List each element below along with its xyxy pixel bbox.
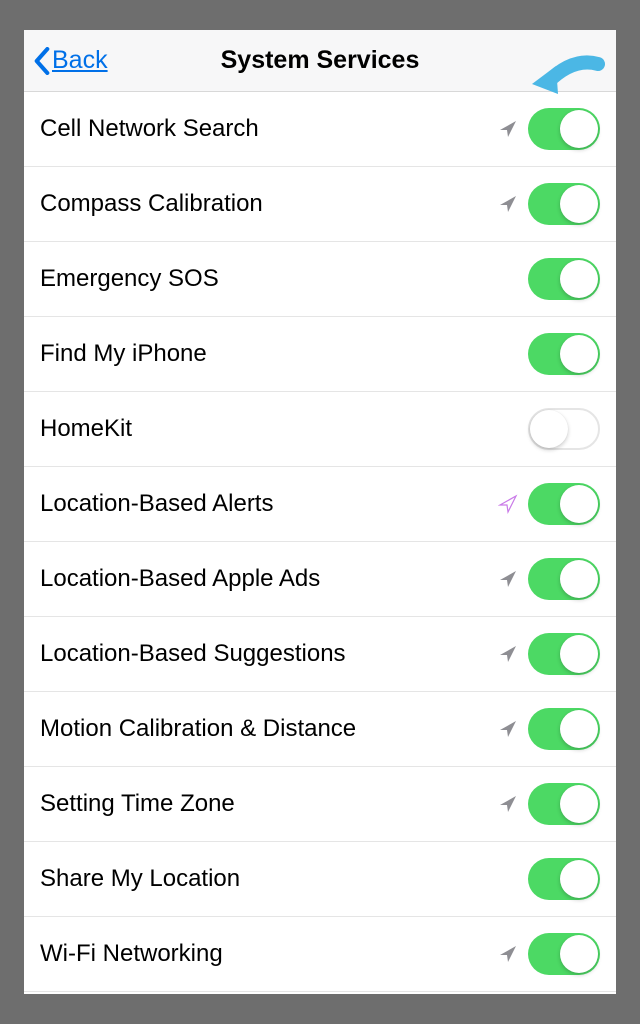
toggle-homekit[interactable] <box>528 408 600 450</box>
row-location-based-apple-ads: Location-Based Apple Ads <box>24 542 616 617</box>
row-motion-calibration: Motion Calibration & Distance <box>24 692 616 767</box>
settings-list: Cell Network Search Compass Calibration … <box>24 92 616 994</box>
toggle-location-based-alerts[interactable] <box>528 483 600 525</box>
location-arrow-outline-icon <box>498 494 518 514</box>
row-wifi-networking: Wi-Fi Networking <box>24 917 616 992</box>
row-label: HomeKit <box>40 415 528 443</box>
row-setting-time-zone: Setting Time Zone <box>24 767 616 842</box>
location-arrow-icon <box>498 194 518 214</box>
toggle-motion-calibration[interactable] <box>528 708 600 750</box>
page-title: System Services <box>24 46 616 75</box>
row-label: Share My Location <box>40 865 528 893</box>
toggle-emergency-sos[interactable] <box>528 258 600 300</box>
toggle-share-my-location[interactable] <box>528 858 600 900</box>
row-location-based-alerts: Location-Based Alerts <box>24 467 616 542</box>
toggle-wifi-networking[interactable] <box>528 933 600 975</box>
row-label: Emergency SOS <box>40 265 528 293</box>
location-arrow-icon <box>498 719 518 739</box>
row-label: Location-Based Suggestions <box>40 640 498 668</box>
row-label: Cell Network Search <box>40 115 498 143</box>
row-cell-network-search: Cell Network Search <box>24 92 616 167</box>
row-share-my-location: Share My Location <box>24 842 616 917</box>
toggle-find-my-iphone[interactable] <box>528 333 600 375</box>
back-button[interactable]: Back <box>34 46 108 75</box>
row-emergency-sos: Emergency SOS <box>24 242 616 317</box>
row-label: Wi-Fi Networking <box>40 940 498 968</box>
row-label: Setting Time Zone <box>40 790 498 818</box>
row-compass-calibration: Compass Calibration <box>24 167 616 242</box>
row-label: Find My iPhone <box>40 340 528 368</box>
row-homekit: HomeKit <box>24 392 616 467</box>
row-significant-locations[interactable]: Significant Locations Off <box>24 992 616 994</box>
location-arrow-icon <box>498 644 518 664</box>
row-location-based-suggestions: Location-Based Suggestions <box>24 617 616 692</box>
row-label: Location-Based Alerts <box>40 490 498 518</box>
location-arrow-icon <box>498 944 518 964</box>
location-arrow-icon <box>498 119 518 139</box>
settings-screen: Back System Services Cell Network Search… <box>24 30 616 994</box>
location-arrow-icon <box>498 569 518 589</box>
row-label: Location-Based Apple Ads <box>40 565 498 593</box>
nav-header: Back System Services <box>24 30 616 92</box>
row-label: Compass Calibration <box>40 190 498 218</box>
row-label: Motion Calibration & Distance <box>40 715 498 743</box>
row-find-my-iphone: Find My iPhone <box>24 317 616 392</box>
toggle-location-based-apple-ads[interactable] <box>528 558 600 600</box>
toggle-compass-calibration[interactable] <box>528 183 600 225</box>
toggle-location-based-suggestions[interactable] <box>528 633 600 675</box>
toggle-cell-network-search[interactable] <box>528 108 600 150</box>
back-label: Back <box>52 46 108 75</box>
toggle-setting-time-zone[interactable] <box>528 783 600 825</box>
location-arrow-icon <box>498 794 518 814</box>
chevron-left-icon <box>34 47 50 75</box>
